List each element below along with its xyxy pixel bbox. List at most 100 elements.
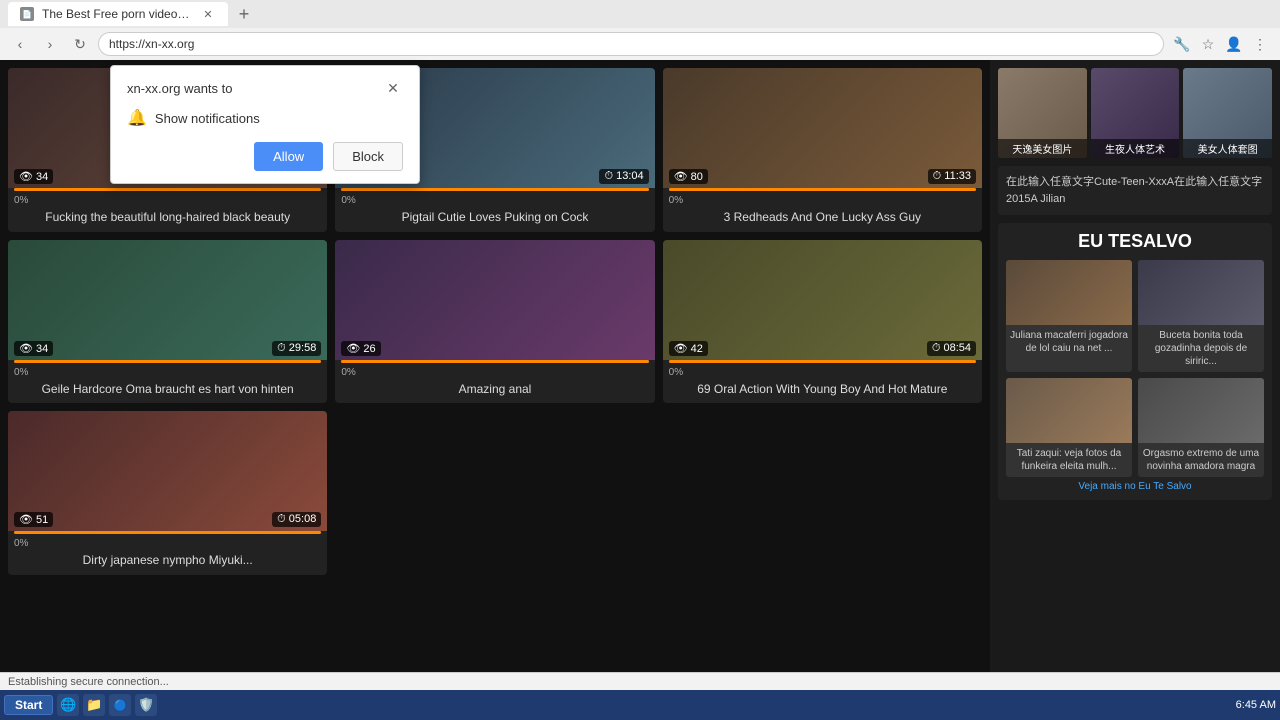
sidebar-card-image [1138, 260, 1264, 325]
sidebar-ad-image[interactable]: 天逸美女图片 [998, 68, 1087, 158]
sidebar-img-label: 生夜人体艺术 [1091, 139, 1180, 158]
nav-right-buttons: 🔧 ☆ 👤 ⋮ [1170, 32, 1272, 56]
video-card[interactable]: 👁 42 ⏱ 08:54 0%69 Oral Action With Young B… [663, 240, 982, 404]
extensions-button[interactable]: 🔧 [1170, 32, 1194, 56]
sidebar-ad-image[interactable]: 美女人体套图 [1183, 68, 1272, 158]
sidebar-ad-image[interactable]: 生夜人体艺术 [1091, 68, 1180, 158]
progress-bar [14, 531, 321, 534]
eu-te-salvo-title: EU TESALVO [1006, 231, 1264, 252]
percent-label: 0% [8, 195, 327, 210]
start-button[interactable]: Start [4, 695, 53, 715]
video-card[interactable]: 👁 34 ⏱ 29:58 0%Geile Hardcore Oma braucht … [8, 240, 327, 404]
percent-label: 0% [335, 195, 654, 210]
video-duration: ⏱ 13:04 [599, 169, 648, 184]
progress-bar [669, 360, 976, 363]
allow-button[interactable]: Allow [254, 142, 323, 171]
video-title: Amazing anal [335, 382, 654, 404]
popup-buttons: Allow Block [127, 142, 403, 171]
veja-mais-link[interactable]: Veja mais no Eu Te Salvo [1006, 481, 1264, 492]
browser-chrome: 📄 The Best Free porn videos Xvideos ✕ + … [0, 0, 1280, 60]
video-title: 3 Redheads And One Lucky Ass Guy [663, 210, 982, 232]
percent-label: 0% [663, 367, 982, 382]
video-duration: ⏱ 08:54 [927, 341, 976, 356]
sidebar-img-row: 天逸美女图片生夜人体艺术美女人体套图 [998, 68, 1272, 158]
back-button[interactable]: ‹ [8, 32, 32, 56]
video-title: Geile Hardcore Oma braucht es hart von h… [8, 382, 327, 404]
new-tab-button[interactable]: + [232, 2, 256, 26]
tab-bar: 📄 The Best Free porn videos Xvideos ✕ + [0, 0, 1280, 28]
taskbar: Start 🌐 📁 🔵 🛡️ Establishing secure conne… [0, 690, 1280, 720]
video-card[interactable]: 👁 51 ⏱ 05:08 0%Dirty japanese nympho Miyuk… [8, 411, 327, 575]
video-title: Dirty japanese nympho Miyuki... [8, 553, 327, 575]
sidebar-card[interactable]: Buceta bonita toda gozadinha depois de s… [1138, 260, 1264, 372]
forward-button[interactable]: › [38, 32, 62, 56]
sidebar: 天逸美女图片生夜人体艺术美女人体套图 在此输入任意文字Cute-Teen-Xxx… [990, 60, 1280, 720]
sidebar-card-text: Orgasmo extremo de uma novinha amadora m… [1138, 443, 1264, 477]
taskbar-icon-browser[interactable]: 🔵 [109, 694, 131, 716]
popup-close-button[interactable]: ✕ [383, 78, 403, 98]
eu-te-salvo-text1: EU TE [1078, 231, 1131, 251]
start-label: Start [15, 698, 42, 712]
sidebar-img-label: 天逸美女图片 [998, 139, 1087, 158]
tab-title: The Best Free porn videos Xvideos [42, 7, 192, 21]
video-card[interactable]: 👁 260%Amazing anal [335, 240, 654, 404]
percent-label: 0% [663, 195, 982, 210]
reload-button[interactable]: ↻ [68, 32, 92, 56]
popup-notification-text: Show notifications [155, 111, 260, 126]
video-views: 👁 51 [14, 512, 53, 527]
video-duration: ⏱ 29:58 [272, 341, 321, 356]
video-views: 👁 80 [669, 169, 708, 184]
profile-button[interactable]: 👤 [1222, 32, 1246, 56]
progress-bar [669, 188, 976, 191]
video-title: 69 Oral Action With Young Boy And Hot Ma… [663, 382, 982, 404]
sidebar-cards: Juliana macaferri jogadora de lol caiu n… [1006, 260, 1264, 477]
video-views: 👁 34 [14, 341, 53, 356]
video-duration: ⏱ 05:08 [272, 512, 321, 527]
sidebar-card-text: Buceta bonita toda gozadinha depois de s… [1138, 325, 1264, 372]
sidebar-card-image [1006, 260, 1132, 325]
sidebar-card[interactable]: Tati zaqui: veja fotos da funkeira eleit… [1006, 378, 1132, 477]
bell-icon: 🔔 [127, 108, 147, 128]
progress-bar [14, 360, 321, 363]
sidebar-card-text: Juliana macaferri jogadora de lol caiu n… [1006, 325, 1132, 359]
url-text: https://xn-xx.org [109, 37, 1153, 51]
sidebar-card-image [1138, 378, 1264, 443]
popup-title: xn-xx.org wants to [127, 81, 233, 96]
video-views: 👁 34 [14, 169, 53, 184]
eu-te-salvo-banner: EU TESALVO Juliana macaferri jogadora de… [998, 223, 1272, 500]
popup-header: xn-xx.org wants to ✕ [127, 78, 403, 98]
video-title: Pigtail Cutie Loves Puking on Cock [335, 210, 654, 232]
video-views: 👁 26 [341, 341, 380, 356]
menu-button[interactable]: ⋮ [1248, 32, 1272, 56]
taskbar-icon-folder[interactable]: 📁 [83, 694, 105, 716]
video-duration: ⏱ 11:33 [928, 169, 976, 184]
taskbar-time: 6:45 AM [1236, 699, 1276, 711]
tab-favicon: 📄 [20, 7, 34, 21]
active-tab[interactable]: 📄 The Best Free porn videos Xvideos ✕ [8, 2, 228, 26]
sidebar-img-label: 美女人体套图 [1183, 139, 1272, 158]
address-bar[interactable]: https://xn-xx.org [98, 32, 1164, 56]
status-bar: Establishing secure connection... [0, 672, 1280, 690]
taskbar-icon-ie[interactable]: 🌐 [57, 694, 79, 716]
eu-te-salvo-text2: SALVO [1131, 231, 1192, 251]
percent-label: 0% [8, 367, 327, 382]
percent-label: 0% [8, 538, 327, 553]
video-title: Fucking the beautiful long-haired black … [8, 210, 327, 232]
block-button[interactable]: Block [333, 142, 403, 171]
progress-bar [341, 188, 648, 191]
status-text: Establishing secure connection... [8, 676, 169, 688]
taskbar-icon-security[interactable]: 🛡️ [135, 694, 157, 716]
sidebar-card[interactable]: Orgasmo extremo de uma novinha amadora m… [1138, 378, 1264, 477]
video-views: 👁 42 [669, 341, 708, 356]
progress-bar [14, 188, 321, 191]
sidebar-card-text: Tati zaqui: veja fotos da funkeira eleit… [1006, 443, 1132, 477]
sidebar-card[interactable]: Juliana macaferri jogadora de lol caiu n… [1006, 260, 1132, 372]
progress-bar [341, 360, 648, 363]
nav-bar: ‹ › ↻ https://xn-xx.org 🔧 ☆ 👤 ⋮ [0, 28, 1280, 60]
sidebar-ad-top: 天逸美女图片生夜人体艺术美女人体套图 [998, 68, 1272, 158]
notification-popup: xn-xx.org wants to ✕ 🔔 Show notification… [110, 65, 420, 184]
sidebar-text-block: 在此输入任意文字Cute-Teen-XxxA在此输入任意文字2015A Jili… [998, 166, 1272, 215]
tab-close-button[interactable]: ✕ [200, 6, 216, 22]
bookmark-button[interactable]: ☆ [1196, 32, 1220, 56]
video-card[interactable]: 👁 80 ⏱ 11:33 0%3 Redheads And One Lucky As… [663, 68, 982, 232]
